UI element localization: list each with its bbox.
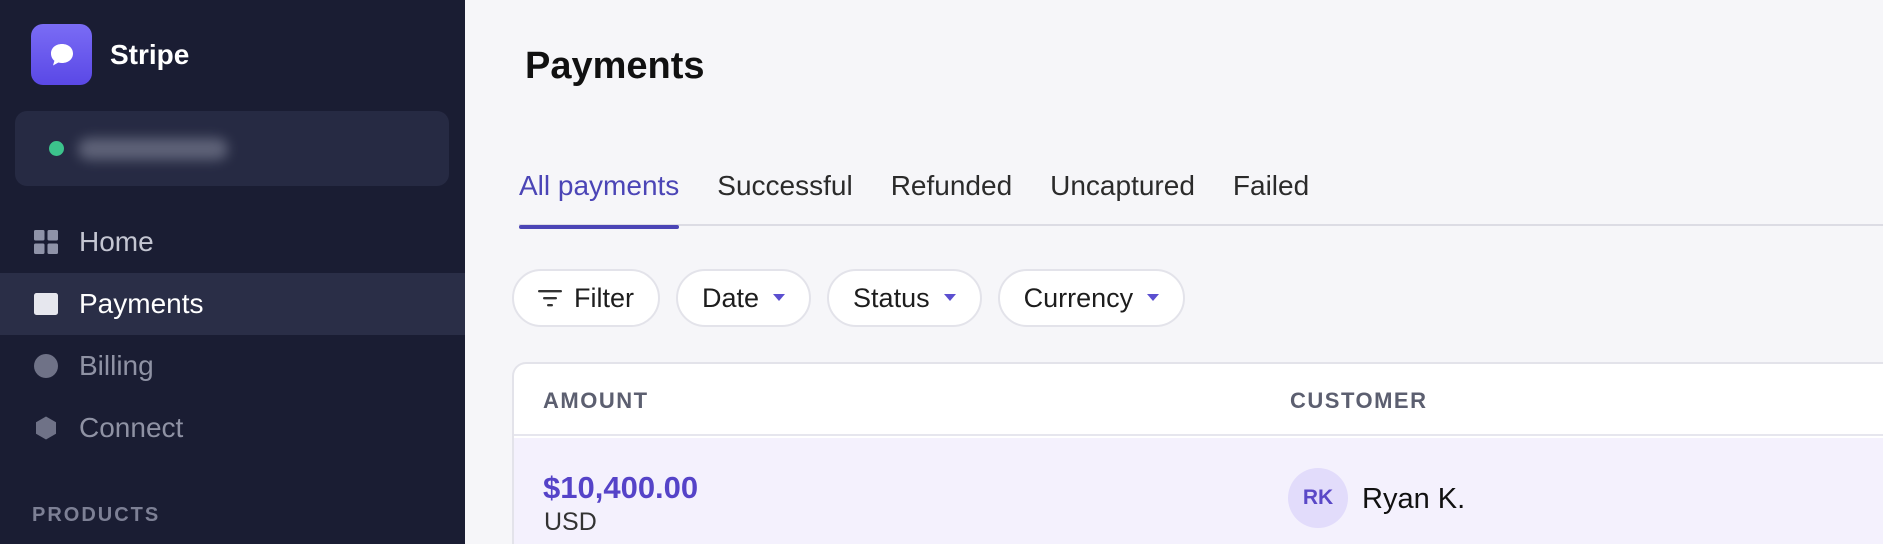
date-filter-label: Date xyxy=(702,282,760,313)
sidebar-item-label: Connect xyxy=(79,412,184,443)
date-filter-dropdown[interactable]: Date xyxy=(676,269,812,327)
sidebar-nav: Home Payments Billing Connect xyxy=(0,211,465,459)
payments-table: AMOUNT CUSTOMER $10,400.00 USD RK Ryan K… xyxy=(512,362,1883,544)
sidebar-item-connect[interactable]: Connect xyxy=(0,397,465,459)
main-content: Payments All payments Successful Refunde… xyxy=(465,0,1883,544)
tab-failed[interactable]: Failed xyxy=(1233,166,1309,226)
section-label-products: PRODUCTS xyxy=(32,504,161,526)
tab-all-payments[interactable]: All payments xyxy=(519,166,680,229)
brand-name: Stripe xyxy=(110,38,190,70)
sidebar-item-label: Billing xyxy=(79,350,154,381)
payment-tabs: All payments Successful Refunded Uncaptu… xyxy=(519,166,1883,229)
sidebar: Stripe Home Payments Billing Connect PRO… xyxy=(0,0,465,544)
account-switcher[interactable] xyxy=(15,111,449,186)
sidebar-item-billing[interactable]: Billing xyxy=(0,335,465,397)
page-title: Payments xyxy=(525,45,705,87)
avatar: RK xyxy=(1288,468,1348,528)
table-header: AMOUNT CUSTOMER xyxy=(514,364,1883,436)
caret-down-icon xyxy=(943,294,956,301)
tab-refunded[interactable]: Refunded xyxy=(891,166,1012,226)
currency-filter-label: Currency xyxy=(1023,282,1134,313)
sidebar-item-label: Home xyxy=(79,226,154,257)
payment-amount: $10,400.00 xyxy=(543,470,699,505)
tab-uncaptured[interactable]: Uncaptured xyxy=(1050,166,1195,226)
column-header-customer[interactable]: CUSTOMER xyxy=(1290,388,1428,414)
tab-successful[interactable]: Successful xyxy=(717,166,852,226)
currency-filter-dropdown[interactable]: Currency xyxy=(997,269,1186,327)
grid-icon xyxy=(33,229,59,255)
sidebar-item-home[interactable]: Home xyxy=(0,211,465,273)
table-row[interactable]: $10,400.00 USD RK Ryan K. xyxy=(514,438,1883,544)
caret-down-icon xyxy=(773,294,786,301)
account-name-redacted xyxy=(78,137,228,160)
sidebar-item-label: Payments xyxy=(79,288,204,319)
customer-name[interactable]: Ryan K. xyxy=(1362,483,1465,516)
filter-bar: Filter Date Status Currency xyxy=(512,269,1201,327)
account-status-dot xyxy=(49,141,64,156)
column-header-amount[interactable]: AMOUNT xyxy=(543,388,649,414)
status-filter-dropdown[interactable]: Status xyxy=(827,269,982,327)
filter-button[interactable]: Filter xyxy=(512,269,660,327)
filter-icon xyxy=(538,290,562,307)
status-filter-label: Status xyxy=(853,282,930,313)
circle-icon xyxy=(33,353,59,379)
sidebar-item-payments[interactable]: Payments xyxy=(0,273,465,335)
hexagon-icon xyxy=(33,415,59,441)
payment-currency: USD xyxy=(544,508,597,536)
brand[interactable]: Stripe xyxy=(31,24,189,85)
card-icon xyxy=(33,291,59,317)
caret-down-icon xyxy=(1147,294,1160,301)
filter-label: Filter xyxy=(574,282,634,313)
chat-bubble-icon xyxy=(31,24,92,85)
